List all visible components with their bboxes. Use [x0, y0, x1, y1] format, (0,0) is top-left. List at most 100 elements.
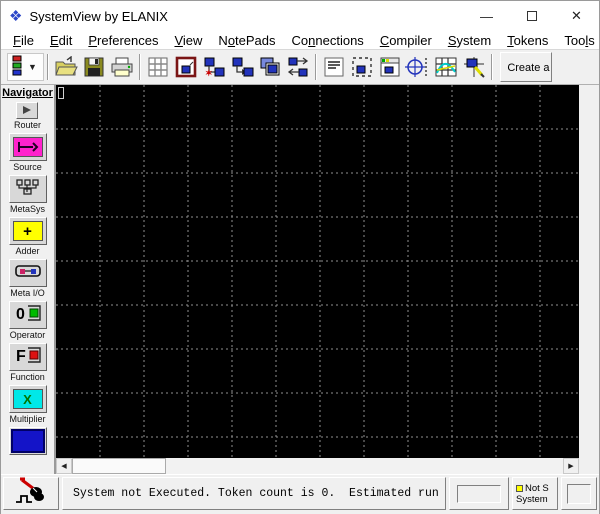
canvas-grid — [56, 85, 579, 458]
adder-button[interactable]: + — [9, 217, 47, 245]
nav-item-router: Router — [14, 102, 41, 130]
navigator-panel: Navigator Router Source — [1, 85, 56, 474]
crosshair-icon — [405, 56, 431, 78]
design-window-button[interactable] — [172, 53, 200, 81]
toolbar: ▼ — [1, 50, 599, 85]
analysis-plot-button[interactable] — [432, 53, 460, 81]
svg-text:✶: ✶ — [205, 68, 213, 78]
connect-tokens-button[interactable] — [228, 53, 256, 81]
nav-label: MetaSys — [10, 204, 45, 214]
select-region-button[interactable] — [348, 53, 376, 81]
navigator-title: Navigator — [2, 87, 53, 99]
notepad-icon — [323, 56, 345, 78]
floppy-disk-icon — [83, 56, 105, 78]
window-controls: — ✕ — [464, 1, 599, 31]
disconnect-icon: ✶ — [202, 56, 226, 78]
canvas-column: ◀ ▶ ▲ ▼ z — [56, 85, 579, 474]
design-canvas[interactable] — [56, 85, 579, 458]
status-panel-spare — [449, 477, 509, 510]
operator-icon: 0 — [14, 303, 42, 328]
scroll-right-button[interactable]: ▶ — [563, 458, 579, 474]
source-button[interactable] — [9, 133, 47, 161]
status-end-box — [567, 484, 591, 504]
close-button[interactable]: ✕ — [554, 1, 599, 31]
maximize-icon — [527, 11, 537, 21]
duplicate-tokens-button[interactable] — [256, 53, 284, 81]
nav-item-function: F Function — [9, 343, 47, 382]
source-icon — [13, 137, 43, 157]
print-button[interactable] — [108, 53, 136, 81]
run-system-button[interactable] — [3, 477, 59, 510]
sink-button[interactable] — [9, 427, 47, 455]
not-saved-indicator: Not S System — [512, 477, 558, 510]
horizontal-scrollbar[interactable]: ◀ ▶ — [56, 458, 579, 474]
menu-notepads[interactable]: NotePads — [210, 33, 283, 48]
dropdown-arrow-icon[interactable]: ▼ — [24, 62, 41, 72]
connect-icon — [230, 56, 254, 78]
menu-compiler[interactable]: Compiler — [372, 33, 440, 48]
meta-io-button[interactable] — [9, 259, 47, 287]
sink-icon — [11, 429, 45, 453]
nav-label: Source — [13, 162, 42, 172]
not-saved-icon — [516, 485, 523, 492]
multiplier-x-icon: X — [13, 389, 43, 409]
metasys-button[interactable] — [9, 175, 47, 203]
nav-item-multiplier: X Multiplier — [9, 385, 47, 424]
status-spare-box — [457, 485, 501, 503]
new-design-grid-button[interactable] — [144, 53, 172, 81]
grid-icon — [147, 56, 169, 78]
token-list-dropdown[interactable]: ▼ — [7, 53, 44, 81]
menu-file[interactable]: File — [5, 33, 42, 48]
menu-system[interactable]: System — [440, 33, 499, 48]
duplicate-icon — [258, 56, 282, 78]
notepads-button[interactable] — [320, 53, 348, 81]
sketch-pen-icon — [462, 56, 486, 78]
app-window: ❖ SystemView by ELANIX — ✕ File Edit Pre… — [0, 0, 600, 514]
horizontal-scroll-track[interactable] — [166, 458, 563, 474]
not-saved-text-1: Not S — [525, 483, 549, 494]
toolbar-separator — [139, 54, 141, 80]
menu-tools[interactable]: Tools — [556, 33, 600, 48]
horizontal-scroll-thumb[interactable] — [72, 458, 166, 474]
printer-icon — [110, 56, 134, 78]
analysis-window-button[interactable] — [376, 53, 404, 81]
menu-preferences[interactable]: Preferences — [80, 33, 166, 48]
multiplier-button[interactable]: X — [9, 385, 47, 413]
create-a-button[interactable]: Create a — [500, 52, 552, 82]
title-bar: ❖ SystemView by ELANIX — ✕ — [1, 1, 599, 31]
open-file-button[interactable] — [52, 53, 80, 81]
menu-tokens[interactable]: Tokens — [499, 33, 556, 48]
selection-box-icon — [351, 56, 373, 78]
nav-label: Multiplier — [9, 414, 45, 424]
analysis-window-icon — [379, 56, 401, 78]
locate-token-button[interactable] — [404, 53, 432, 81]
menu-view[interactable]: View — [166, 33, 210, 48]
metasys-icon — [15, 178, 41, 201]
operator-button[interactable]: 0 — [9, 301, 47, 329]
router-play-icon — [21, 102, 33, 120]
nav-item-sink — [9, 427, 47, 455]
function-button[interactable]: F — [9, 343, 47, 371]
not-saved-text-2: System — [516, 494, 548, 505]
scroll-left-button[interactable]: ◀ — [56, 458, 72, 474]
plot-grid-icon — [434, 56, 458, 78]
sketch-tool-button[interactable] — [460, 53, 488, 81]
toolbar-separator — [491, 54, 493, 80]
nav-label: Adder — [15, 246, 39, 256]
menu-connections[interactable]: Connections — [284, 33, 372, 48]
app-icon: ❖ — [9, 9, 22, 24]
maximize-button[interactable] — [509, 1, 554, 31]
nav-label: Function — [10, 372, 45, 382]
router-button[interactable] — [16, 102, 38, 119]
svg-text:0: 0 — [16, 306, 25, 323]
reverse-connection-button[interactable] — [284, 53, 312, 81]
toolbar-separator — [47, 54, 49, 80]
minimize-button[interactable]: — — [464, 1, 509, 31]
meta-io-icon — [14, 263, 42, 284]
design-window-icon — [175, 56, 197, 78]
nav-label: Meta I/O — [10, 288, 45, 298]
disconnect-tokens-button[interactable]: ✶ — [200, 53, 228, 81]
adder-plus-icon: + — [13, 221, 43, 241]
save-button[interactable] — [80, 53, 108, 81]
menu-edit[interactable]: Edit — [42, 33, 80, 48]
